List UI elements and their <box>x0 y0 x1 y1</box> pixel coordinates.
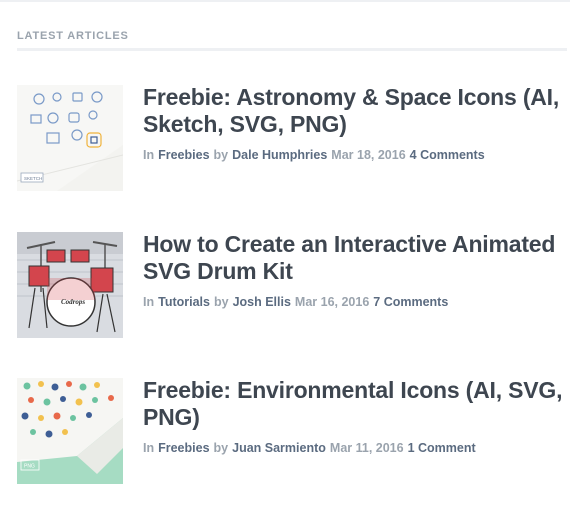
meta-in-label: In <box>143 441 155 455</box>
meta-by-label: by <box>213 148 229 162</box>
meta-by-label: by <box>213 295 229 309</box>
top-border <box>0 0 570 2</box>
author-link[interactable]: Josh Ellis <box>233 295 291 309</box>
thumb-badge: Codrops <box>61 298 85 306</box>
article-title-link[interactable]: How to Create an Interactive Animated SV… <box>143 231 563 285</box>
category-link[interactable]: Freebies <box>158 148 209 162</box>
meta-in-label: In <box>143 148 155 162</box>
article-date: Mar 18, 2016 <box>331 148 406 162</box>
article-item: PNG Freebie: Environmental Icons (AI, SV… <box>17 377 567 484</box>
article-thumbnail[interactable]: Codrops <box>17 232 123 338</box>
article-thumbnail[interactable]: PNG <box>17 378 123 484</box>
section-divider <box>17 48 567 51</box>
comments-link[interactable]: 1 Comment <box>408 441 476 455</box>
article-date: Mar 11, 2016 <box>329 441 404 455</box>
section-heading: Latest Articles <box>17 30 129 42</box>
author-link[interactable]: Juan Sarmiento <box>232 441 326 455</box>
article-title-link[interactable]: Freebie: Environmental Icons (AI, SVG, P… <box>143 377 563 431</box>
category-link[interactable]: Tutorials <box>158 295 210 309</box>
thumb-badge: SKETCH <box>24 176 42 181</box>
comments-link[interactable]: 4 Comments <box>410 148 485 162</box>
article-meta: In Freebies by Dale Humphries Mar 18, 2016 4 … <box>143 148 563 162</box>
article-meta: In Tutorials by Josh Ellis Mar 16, 2016 7 Com… <box>143 295 563 309</box>
article-thumbnail[interactable]: SKETCH <box>17 85 123 191</box>
author-link[interactable]: Dale Humphries <box>232 148 327 162</box>
article-item: SKETCH Freebie: Astronomy & Space Icons … <box>17 84 567 191</box>
article-meta: In Freebies by Juan Sarmiento Mar 11, 2016 1 … <box>143 441 563 455</box>
meta-in-label: In <box>143 295 155 309</box>
article-date: Mar 16, 2016 <box>294 295 370 309</box>
meta-by-label: by <box>213 441 229 455</box>
category-link[interactable]: Freebies <box>158 441 209 455</box>
comments-link[interactable]: 7 Comments <box>373 295 448 309</box>
thumb-badge: PNG <box>24 464 35 470</box>
article-title-link[interactable]: Freebie: Astronomy & Space Icons (AI, Sk… <box>143 84 563 138</box>
article-item: Codrops How to Create an Interactive Ani… <box>17 231 567 338</box>
